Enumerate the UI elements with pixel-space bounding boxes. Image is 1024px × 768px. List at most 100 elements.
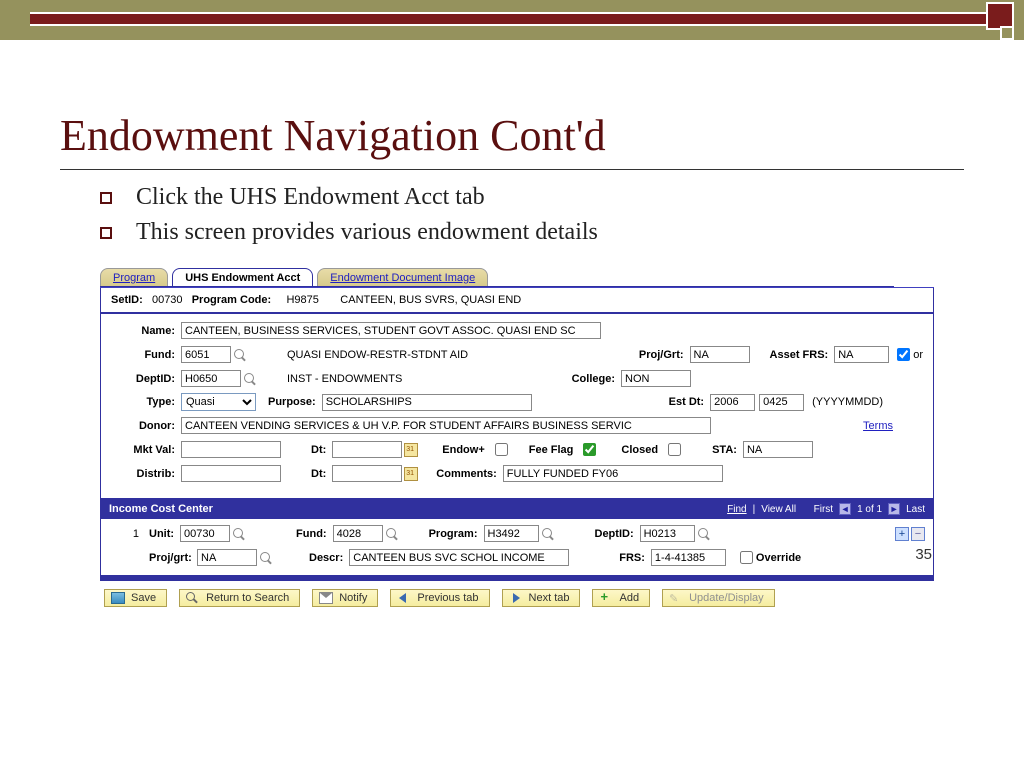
setid-label: SetID: bbox=[111, 294, 143, 306]
deptid-input[interactable] bbox=[181, 370, 241, 387]
add-button[interactable]: Add bbox=[592, 589, 650, 607]
endowplus-checkbox[interactable] bbox=[495, 443, 508, 456]
row-number: 1 bbox=[109, 528, 149, 540]
add-row-icon[interactable]: + bbox=[895, 527, 909, 541]
save-button[interactable]: Save bbox=[104, 589, 167, 607]
frs-label: FRS: bbox=[619, 552, 651, 564]
estdt-year-input[interactable] bbox=[710, 394, 755, 411]
donor-label: Donor: bbox=[111, 420, 181, 432]
fund-lookup-icon[interactable] bbox=[233, 348, 247, 362]
sta-label: STA: bbox=[712, 444, 743, 456]
comments-input[interactable] bbox=[503, 465, 723, 482]
tab-endowment-document-image[interactable]: Endowment Document Image bbox=[317, 268, 488, 287]
notify-button[interactable]: Notify bbox=[312, 589, 378, 607]
add-icon bbox=[599, 592, 613, 604]
terms-link[interactable]: Terms bbox=[863, 420, 893, 432]
last-link[interactable]: Last bbox=[906, 504, 925, 515]
form-box: Name: Fund: QUASI ENDOW-RESTR-STDNT AID … bbox=[100, 313, 934, 499]
override-checkbox[interactable] bbox=[740, 551, 753, 564]
distrib-dt-label: Dt: bbox=[311, 468, 332, 480]
purpose-input[interactable] bbox=[322, 394, 532, 411]
purpose-label: Purpose: bbox=[268, 396, 322, 408]
distrib-label: Distrib: bbox=[111, 468, 181, 480]
income-cost-center-title: Income Cost Center bbox=[109, 503, 213, 515]
dept-desc: INST - ENDOWMENTS bbox=[287, 373, 402, 385]
deptid-label: DeptID: bbox=[111, 373, 181, 385]
update-icon bbox=[669, 592, 683, 604]
or-label: or bbox=[913, 349, 923, 361]
form-screenshot: Program UHS Endowment Acct Endowment Doc… bbox=[100, 266, 934, 607]
fund-input[interactable] bbox=[181, 346, 231, 363]
mktval-input[interactable] bbox=[181, 441, 281, 458]
cc-program-input[interactable] bbox=[484, 525, 539, 542]
tab-program[interactable]: Program bbox=[100, 268, 168, 287]
tab-uhs-endowment-acct[interactable]: UHS Endowment Acct bbox=[172, 268, 313, 287]
assetfrs-label: Asset FRS: bbox=[770, 349, 835, 361]
program-code-desc: CANTEEN, BUS SVRS, QUASI END bbox=[340, 294, 521, 306]
next-tab-button[interactable]: Next tab bbox=[502, 589, 581, 607]
unit-lookup-icon[interactable] bbox=[232, 527, 246, 541]
slide-top-band bbox=[0, 0, 1024, 40]
donor-input[interactable] bbox=[181, 417, 711, 434]
unit-label: Unit: bbox=[149, 528, 180, 540]
descr-input[interactable] bbox=[349, 549, 569, 566]
mktval-dt-label: Dt: bbox=[311, 444, 332, 456]
previous-tab-button[interactable]: Previous tab bbox=[390, 589, 489, 607]
bullet-icon bbox=[100, 192, 112, 204]
income-cost-center-box: 1 Unit: Fund: Program: DeptID: + − bbox=[100, 519, 934, 581]
fund-label: Fund: bbox=[111, 349, 181, 361]
frs-input[interactable] bbox=[651, 549, 726, 566]
header-row: SetID: 00730 Program Code: H9875 CANTEEN… bbox=[100, 288, 934, 313]
projgrt-input[interactable] bbox=[690, 346, 750, 363]
bullet-list: Click the UHS Endowment Acct tab This sc… bbox=[100, 184, 964, 246]
income-cost-center-header: Income Cost Center Find | View All First… bbox=[100, 499, 934, 519]
save-icon bbox=[111, 592, 125, 604]
slide-title: Endowment Navigation Cont'd bbox=[60, 110, 964, 161]
distrib-input[interactable] bbox=[181, 465, 281, 482]
assetfrs-input[interactable] bbox=[834, 346, 889, 363]
bottom-toolbar: Save Return to Search Notify Previous ta… bbox=[100, 581, 934, 607]
name-input[interactable] bbox=[181, 322, 601, 339]
cc-deptid-input[interactable] bbox=[640, 525, 695, 542]
descr-label: Descr: bbox=[309, 552, 349, 564]
calendar-icon[interactable] bbox=[404, 467, 418, 481]
first-link[interactable]: First bbox=[814, 504, 833, 515]
mail-icon bbox=[319, 592, 333, 604]
feeflag-checkbox[interactable] bbox=[583, 443, 596, 456]
deptid-lookup-icon[interactable] bbox=[243, 372, 257, 386]
cc-program-lookup-icon[interactable] bbox=[541, 527, 555, 541]
unit-input[interactable] bbox=[180, 525, 230, 542]
closed-checkbox[interactable] bbox=[668, 443, 681, 456]
delete-row-icon[interactable]: − bbox=[911, 527, 925, 541]
estdt-md-input[interactable] bbox=[759, 394, 804, 411]
cc-projgrt-lookup-icon[interactable] bbox=[259, 551, 273, 565]
college-input[interactable] bbox=[621, 370, 691, 387]
update-display-button[interactable]: Update/Display bbox=[662, 589, 775, 607]
override-label: Override bbox=[756, 552, 807, 564]
setid-value: 00730 bbox=[152, 294, 183, 306]
program-code-value: H9875 bbox=[286, 294, 318, 306]
calendar-icon[interactable] bbox=[404, 443, 418, 457]
feeflag-label: Fee Flag bbox=[529, 444, 580, 456]
distrib-dt-input[interactable] bbox=[332, 465, 402, 482]
cc-fund-lookup-icon[interactable] bbox=[385, 527, 399, 541]
cc-deptid-label: DeptID: bbox=[595, 528, 640, 540]
type-select[interactable]: Quasi bbox=[181, 393, 256, 411]
bullet-text: This screen provides various endowment d… bbox=[136, 219, 598, 246]
next-record-icon[interactable]: ► bbox=[888, 503, 900, 515]
cc-deptid-lookup-icon[interactable] bbox=[697, 527, 711, 541]
viewall-link[interactable]: View All bbox=[761, 504, 796, 515]
cc-projgrt-input[interactable] bbox=[197, 549, 257, 566]
sta-input[interactable] bbox=[743, 441, 813, 458]
tab-strip: Program UHS Endowment Acct Endowment Doc… bbox=[100, 266, 934, 288]
mktval-dt-input[interactable] bbox=[332, 441, 402, 458]
return-to-search-button[interactable]: Return to Search bbox=[179, 589, 300, 607]
program-code-label: Program Code: bbox=[192, 294, 271, 306]
bullet-icon bbox=[100, 227, 112, 239]
prev-record-icon[interactable]: ◄ bbox=[839, 503, 851, 515]
or-checkbox[interactable] bbox=[897, 348, 910, 361]
find-link[interactable]: Find bbox=[727, 504, 746, 515]
search-icon bbox=[186, 592, 200, 604]
fund-desc: QUASI ENDOW-RESTR-STDNT AID bbox=[287, 349, 468, 361]
cc-fund-input[interactable] bbox=[333, 525, 383, 542]
